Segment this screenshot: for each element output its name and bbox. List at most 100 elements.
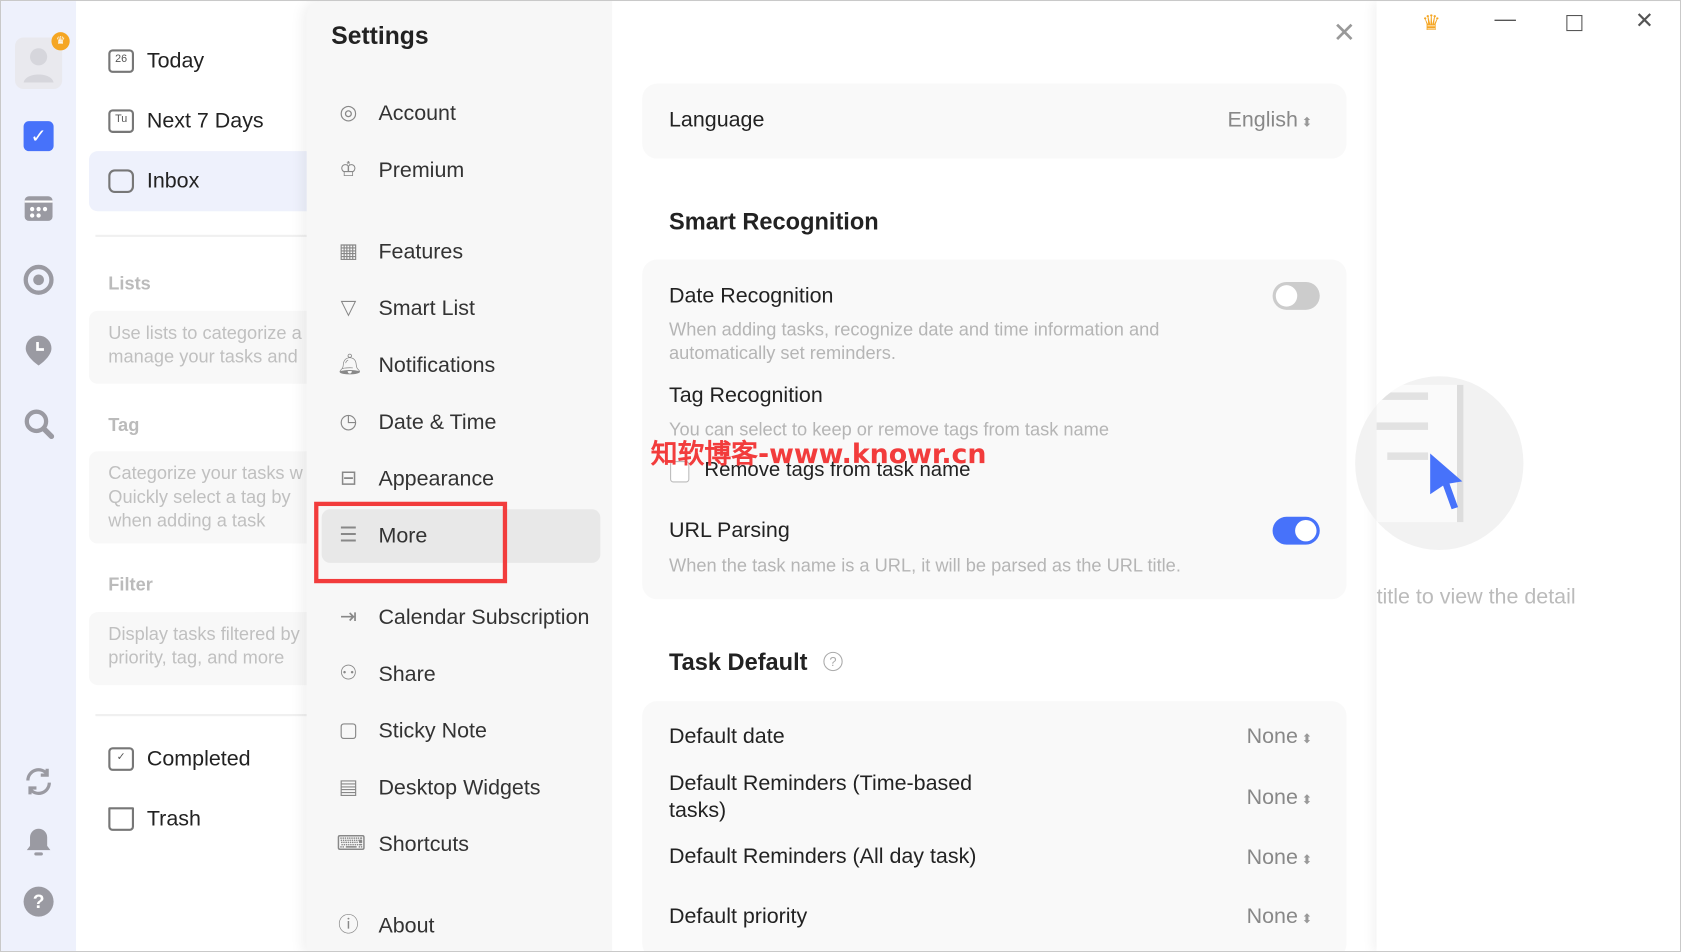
date-recognition-label: Date Recognition xyxy=(668,284,834,308)
date-recognition-desc: When adding tasks, recognize date and ti… xyxy=(668,319,1160,340)
settings-nav-shortcuts[interactable]: ⌨ Shortcuts xyxy=(322,818,601,872)
habit-icon[interactable] xyxy=(21,333,55,367)
nav-label: About xyxy=(378,913,435,938)
task-default-card: Default date None Default Reminders (Tim… xyxy=(642,701,1347,951)
settings-nav-calendar-subscription[interactable]: ⇥ Calendar Subscription xyxy=(322,591,601,645)
clock-icon: ◷ xyxy=(339,410,358,434)
default-reminders-allday-label: Default Reminders (All day task) xyxy=(668,844,977,869)
hint-line: manage your tasks and xyxy=(108,346,298,367)
settings-nav-desktop-widgets[interactable]: ▤ Desktop Widgets xyxy=(322,761,601,815)
default-reminders-time-label: Default Reminders (Time-based tasks) xyxy=(668,771,973,823)
bell-icon: 🔔︎ xyxy=(336,353,363,377)
calendar-week-icon: Tu xyxy=(108,109,135,133)
nav-label: Share xyxy=(378,662,436,686)
notification-bell-icon[interactable] xyxy=(21,824,55,858)
icon-rail: ♛ ✓ ? xyxy=(1,1,77,951)
settings-title: Settings xyxy=(331,21,429,50)
nav-label: Premium xyxy=(378,158,465,182)
empty-detail-text: title to view the detail xyxy=(1376,585,1576,609)
language-select[interactable]: English xyxy=(1228,108,1313,133)
sidebar-item-label: Completed xyxy=(146,746,251,771)
date-recognition-toggle[interactable] xyxy=(1272,281,1320,310)
calendar-icon[interactable] xyxy=(21,191,55,225)
calendar-subscribe-icon: ⇥ xyxy=(339,605,357,629)
sidebar-item-completed[interactable]: ✓ Completed xyxy=(89,729,336,789)
settings-nav-share[interactable]: ⚇ Share xyxy=(322,648,601,702)
hint-line: priority, tag, and more xyxy=(108,647,285,668)
settings-nav-account[interactable]: ◎ Account xyxy=(322,87,601,141)
task-default-title: Task Default xyxy=(668,648,808,676)
default-reminders-time-select[interactable]: None xyxy=(1247,786,1313,811)
sidebar-item-trash[interactable]: Trash xyxy=(89,789,336,849)
default-date-label: Default date xyxy=(668,724,785,749)
settings-nav-smart-list[interactable]: ▽ Smart List xyxy=(322,282,601,336)
empty-illustration xyxy=(1355,376,1524,550)
sidebar-item-today[interactable]: 26 Today xyxy=(89,31,336,91)
filter-funnel-icon: ▽ xyxy=(340,296,357,320)
sidebar-item-next-7-days[interactable]: Tu Next 7 Days xyxy=(89,91,336,151)
sidebar-item-inbox[interactable]: Inbox xyxy=(88,151,336,212)
default-priority-select[interactable]: None xyxy=(1247,905,1313,930)
focus-icon[interactable] xyxy=(21,263,55,297)
settings-nav-date-time[interactable]: ◷ Date & Time xyxy=(322,396,601,450)
sidebar-item-label: Next 7 Days xyxy=(146,108,264,133)
nav-label: Sticky Note xyxy=(378,718,487,743)
language-row[interactable]: Language English xyxy=(642,83,1347,159)
sidebar-item-label: Inbox xyxy=(146,168,200,193)
settings-nav-sticky-note[interactable]: ▢ Sticky Note xyxy=(322,704,601,758)
minimize-button[interactable]: — xyxy=(1495,8,1516,33)
hint-line: when adding a task xyxy=(108,510,266,531)
hint-line: Display tasks filtered by xyxy=(108,623,300,645)
nav-label: Account xyxy=(378,101,456,125)
completed-check-icon: ✓ xyxy=(108,747,135,771)
url-parsing-desc: When the task name is a URL, it will be … xyxy=(668,555,1181,576)
crown-badge-icon: ♛ xyxy=(51,32,70,51)
settings-nav-about[interactable]: ⓘ About xyxy=(322,899,601,950)
nav-label: Smart List xyxy=(378,296,475,321)
help-icon[interactable]: ? xyxy=(21,884,55,918)
hint-line: Quickly select a tag by xyxy=(108,486,291,508)
url-parsing-toggle[interactable] xyxy=(1272,516,1320,545)
settings-nav: Settings ◎ Account ♔ Premium ▦ Features ▽ Sm… xyxy=(306,1,613,951)
settings-nav-notifications[interactable]: 🔔︎ Notifications xyxy=(322,339,601,393)
maximize-button[interactable] xyxy=(1566,15,1583,32)
default-reminders-allday-select[interactable]: None xyxy=(1247,846,1313,871)
window-close-button[interactable]: ✕ xyxy=(1635,8,1654,35)
help-circle-icon[interactable]: ? xyxy=(823,651,843,672)
paint-roller-icon: ⊟ xyxy=(339,467,357,490)
search-icon[interactable] xyxy=(21,406,55,440)
smart-recognition-title: Smart Recognition xyxy=(668,207,879,235)
smart-recognition-card: Date Recognition When adding tasks, reco… xyxy=(642,259,1347,600)
settings-nav-appearance[interactable]: ⊟ Appearance xyxy=(322,452,601,506)
share-people-icon: ⚇ xyxy=(339,662,358,686)
calendar-day-icon: 26 xyxy=(108,49,135,73)
task-checkbox-icon[interactable]: ✓ xyxy=(21,119,55,153)
default-date-select[interactable]: None xyxy=(1247,725,1313,750)
detail-pane: ♛ — ✕ title to view the detail xyxy=(1355,1,1680,951)
sidebar-item-label: Trash xyxy=(146,806,201,831)
account-icon: ◎ xyxy=(339,101,358,125)
tag-section-title: Tag xyxy=(108,414,140,436)
sidebar-item-label: Today xyxy=(146,48,205,73)
premium-crown-icon[interactable]: ♛ xyxy=(1422,10,1441,37)
divider xyxy=(95,714,310,717)
trash-icon xyxy=(108,807,135,831)
watermark: 知软博客-www.knowr.cn xyxy=(650,438,987,470)
lists-section-title: Lists xyxy=(108,273,151,294)
divider xyxy=(95,234,310,237)
sync-icon[interactable] xyxy=(21,764,55,798)
task-list-sidebar: 26 Today Tu Next 7 Days Inbox Lists Use li… xyxy=(76,1,347,951)
tag-recognition-label: Tag Recognition xyxy=(668,383,823,408)
settings-nav-features[interactable]: ▦ Features xyxy=(322,225,601,279)
default-priority-label: Default priority xyxy=(668,904,808,929)
nav-label: Desktop Widgets xyxy=(378,775,541,800)
settings-nav-premium[interactable]: ♔ Premium xyxy=(322,144,601,198)
features-grid-icon: ▦ xyxy=(338,240,359,263)
close-icon[interactable]: ✕ xyxy=(1333,16,1356,49)
keyboard-icon: ⌨ xyxy=(336,833,367,856)
sticky-note-icon: ▢ xyxy=(338,719,359,742)
widgets-icon: ▤ xyxy=(338,776,359,799)
highlight-box xyxy=(314,501,508,584)
nav-label: Features xyxy=(378,239,464,264)
inbox-icon xyxy=(108,169,135,193)
